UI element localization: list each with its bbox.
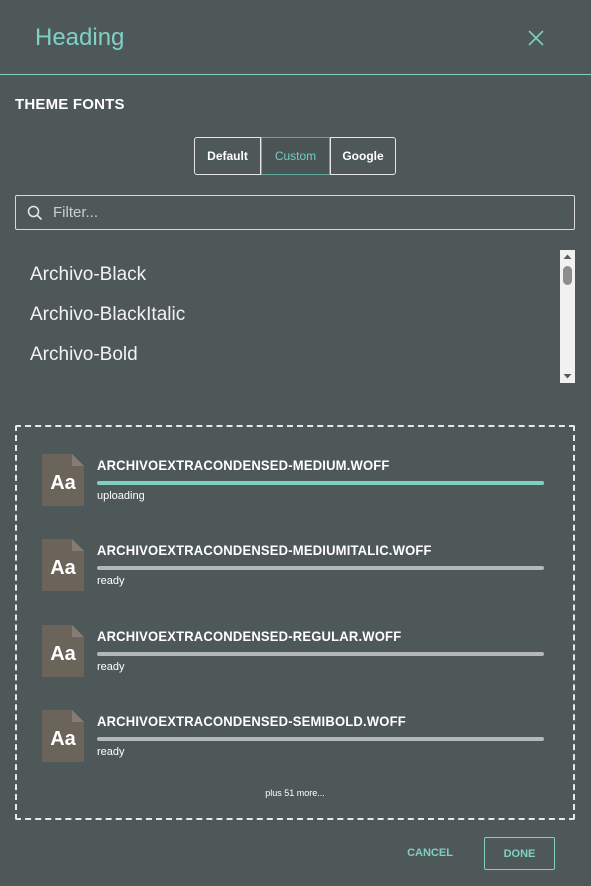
font-file-icon: Aa: [42, 625, 84, 677]
font-list-item[interactable]: Archivo-BlackItalic: [30, 304, 185, 326]
font-file-icon: Aa: [42, 454, 84, 506]
font-list: Archivo-Black Archivo-BlackItalic Archiv…: [15, 250, 560, 383]
svg-text:Aa: Aa: [50, 643, 76, 665]
svg-text:Aa: Aa: [50, 472, 76, 494]
upload-file-row: Aa ARCHIVOEXTRACONDENSED-SEMIBOLD.WOFF r…: [17, 710, 573, 768]
font-source-tabs: Default Custom Google: [194, 137, 396, 175]
font-list-item[interactable]: Archivo-Black: [30, 264, 146, 286]
upload-dropzone[interactable]: Aa ARCHIVOEXTRACONDENSED-MEDIUM.WOFF upl…: [15, 425, 575, 820]
file-name: ARCHIVOEXTRACONDENSED-MEDIUMITALIC.WOFF: [97, 542, 432, 558]
svg-text:Aa: Aa: [50, 728, 76, 750]
font-panel: Heading THEME FONTS Default Custom Googl…: [0, 0, 591, 886]
more-files-note: plus 51 more...: [265, 788, 325, 798]
filter-input[interactable]: [53, 196, 563, 229]
tab-google[interactable]: Google: [330, 137, 396, 175]
upload-progress-bar: [97, 481, 544, 485]
search-icon: [27, 205, 43, 221]
file-name: ARCHIVOEXTRACONDENSED-SEMIBOLD.WOFF: [97, 713, 406, 729]
file-status: ready: [97, 661, 125, 673]
done-button[interactable]: DONE: [484, 837, 555, 870]
font-file-icon: Aa: [42, 710, 84, 762]
file-status: ready: [97, 575, 125, 587]
file-status: ready: [97, 746, 125, 758]
scroll-down-arrow-icon[interactable]: [560, 370, 575, 382]
upload-progress-bar: [97, 566, 544, 570]
upload-progress-bar: [97, 737, 544, 741]
font-list-item[interactable]: Archivo-Bold: [30, 344, 138, 366]
close-icon: [528, 30, 544, 46]
filter-field: [15, 195, 575, 230]
cancel-button[interactable]: CANCEL: [400, 837, 460, 869]
scrollbar-thumb[interactable]: [563, 266, 572, 285]
section-title: THEME FONTS: [15, 96, 125, 113]
font-list-scrollbar[interactable]: [560, 250, 575, 383]
file-status: uploading: [97, 490, 145, 502]
tab-default[interactable]: Default: [194, 137, 261, 175]
font-file-icon: Aa: [42, 539, 84, 591]
tab-custom[interactable]: Custom: [261, 137, 330, 175]
scroll-up-arrow-icon[interactable]: [560, 251, 575, 263]
panel-header: Heading: [0, 0, 591, 75]
upload-file-row: Aa ARCHIVOEXTRACONDENSED-REGULAR.WOFF re…: [17, 625, 573, 683]
file-name: ARCHIVOEXTRACONDENSED-MEDIUM.WOFF: [97, 457, 390, 473]
file-name: ARCHIVOEXTRACONDENSED-REGULAR.WOFF: [97, 628, 402, 644]
svg-text:Aa: Aa: [50, 557, 76, 579]
upload-progress-bar: [97, 652, 544, 656]
upload-file-row: Aa ARCHIVOEXTRACONDENSED-MEDIUM.WOFF upl…: [17, 454, 573, 512]
upload-progress-fill: [97, 481, 544, 485]
upload-file-row: Aa ARCHIVOEXTRACONDENSED-MEDIUMITALIC.WO…: [17, 539, 573, 597]
close-button[interactable]: [524, 26, 548, 50]
panel-title: Heading: [35, 24, 125, 51]
